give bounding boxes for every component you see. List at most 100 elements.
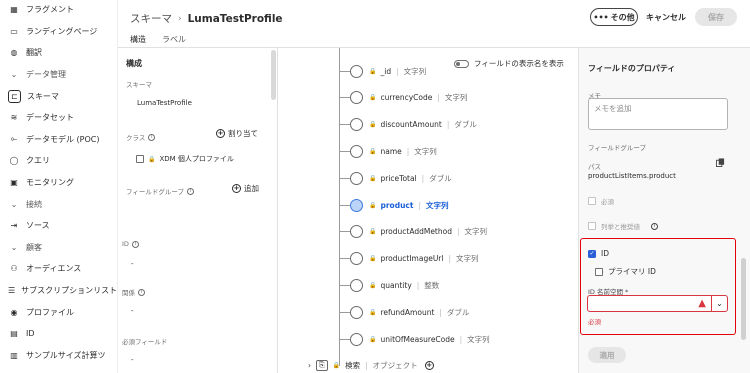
field-node-circle[interactable]	[350, 224, 363, 238]
breadcrumb-schemas-link[interactable]: スキーマ	[130, 11, 172, 26]
composition-scrollbar[interactable]	[271, 50, 276, 100]
fieldgroup-label-text: フィールドグループ	[126, 188, 184, 196]
identity-checkbox[interactable]: ✓	[588, 249, 596, 258]
field-node-circle[interactable]	[350, 117, 363, 131]
more-button[interactable]: ••• その他	[590, 8, 638, 26]
tree-field-row[interactable]: 🔒 product | 文字列	[328, 196, 448, 214]
source-icon: ⇥	[10, 221, 18, 231]
tree-field-row[interactable]: 🔒 currencyCode | 文字列	[328, 88, 467, 106]
info-icon[interactable]: i	[651, 222, 658, 230]
tree-row-search[interactable]: › ⎘ 🔒 検索 | オブジェクト +	[308, 360, 434, 371]
nav-item-2[interactable]: ◍ 翻訳	[0, 42, 117, 64]
enum-option[interactable]: 列挙と推奨値 i	[588, 221, 658, 231]
field-node-circle[interactable]	[350, 144, 363, 158]
properties-scrollbar[interactable]	[741, 258, 746, 340]
nav-item-7[interactable]: ◯ クエリ	[0, 150, 117, 172]
field-type: ダブル	[446, 307, 470, 317]
field-node-circle[interactable]	[350, 278, 363, 292]
nav-item-15[interactable]: ▤ ID	[0, 323, 117, 345]
field-node-circle[interactable]	[350, 171, 363, 185]
copy-icon[interactable]	[716, 158, 725, 167]
nav-item-5[interactable]: ≋ データセット	[0, 107, 117, 129]
tree-field-row[interactable]: 🔒 productAddMethod | 文字列	[328, 222, 487, 240]
nav-item-3[interactable]: ⌄ データ管理	[0, 64, 117, 86]
enum-checkbox[interactable]	[588, 222, 596, 230]
toggle-switch[interactable]	[454, 59, 469, 68]
field-node-circle[interactable]	[350, 64, 363, 78]
nav-item-9[interactable]: ⌄ 接続	[0, 193, 117, 215]
schema-name[interactable]: LumaTestProfile	[137, 99, 192, 107]
primary-identity-checkbox[interactable]	[595, 267, 603, 276]
add-fieldgroup-button[interactable]: + 追加	[232, 183, 259, 194]
plus-icon: +	[216, 129, 225, 138]
info-icon[interactable]: i	[186, 187, 194, 195]
tree-field-row[interactable]: 🔒 productImageUrl | 文字列	[328, 249, 479, 267]
tree-field-row[interactable]: 🔒 discountAmount | ダブル	[328, 115, 477, 133]
class-checkbox[interactable]	[136, 155, 144, 163]
tree-field-row[interactable]: 🔒 name | 文字列	[328, 142, 437, 160]
field-type: 文字列	[467, 334, 490, 344]
lock-icon: 🔒	[369, 201, 377, 209]
identity-option[interactable]: ✓ ID	[588, 249, 609, 258]
tree-field-row[interactable]: 🔒 priceTotal | ダブル	[328, 169, 452, 187]
nav-item-12[interactable]: ⚇ オーディエンス	[0, 258, 117, 280]
nav-item-6[interactable]: ⟜ データモデル (POC)	[0, 129, 117, 151]
field-node-circle[interactable]	[350, 251, 363, 265]
nav-item-1[interactable]: ▭ ランディングページ	[0, 21, 117, 43]
tree-field-row[interactable]: 🔒 quantity | 整数	[328, 276, 439, 294]
field-type: オブジェクト	[372, 361, 418, 370]
chevron-down-icon: ⌄	[10, 242, 18, 252]
nav-item-8[interactable]: ▣ モニタリング	[0, 172, 117, 194]
nav-item-13[interactable]: ☰ サブスクリプションリスト	[0, 280, 117, 302]
tree-field-row[interactable]: 🔒 _id | 文字列	[328, 62, 426, 80]
chevron-down-icon[interactable]: ⌄	[711, 296, 727, 311]
field-node-circle[interactable]	[350, 332, 363, 346]
field-node-circle[interactable]	[350, 90, 363, 104]
nav-item-14[interactable]: ◉ プロファイル	[0, 301, 117, 323]
class-item[interactable]: 🔒 XDM 個人プロファイル	[136, 154, 234, 164]
info-icon[interactable]: i	[148, 133, 156, 141]
field-node-circle[interactable]	[350, 198, 363, 212]
save-button[interactable]: 保存	[695, 8, 737, 26]
namespace-picker[interactable]: ▲ ⌄	[587, 295, 728, 312]
field-node-circle[interactable]	[350, 305, 363, 319]
nav-item-4[interactable]: ⊏ スキーマ	[0, 85, 117, 107]
cancel-button[interactable]: キャンセル	[646, 12, 686, 23]
relationship-label: 関係 i	[122, 287, 145, 297]
breadcrumb: スキーマ › LumaTestProfile	[130, 11, 283, 26]
more-button-label: その他	[610, 12, 635, 22]
tree-field-row[interactable]: 🔒 unitOfMeasureCode | 文字列	[328, 330, 490, 348]
nav-item-11[interactable]: ⌄ 顧客	[0, 237, 117, 259]
divider: |	[365, 361, 368, 370]
primary-identity-label: プライマリ ID	[608, 267, 656, 276]
namespace-field[interactable]: ▲	[588, 296, 711, 311]
required-option[interactable]: 必須	[588, 196, 614, 206]
path-value: productListItems.product	[588, 172, 676, 180]
add-field-icon[interactable]: +	[424, 361, 434, 370]
assign-class-button[interactable]: + 割り当て	[216, 128, 258, 139]
nav-item-label: モニタリング	[26, 178, 74, 188]
nav-item-16[interactable]: ▥ サンプルサイズ計算ツ	[0, 345, 117, 367]
fragment-icon: ▦	[10, 5, 18, 15]
tree-field-row[interactable]: 🔒 refundAmount | ダブル	[328, 303, 469, 321]
chevron-right-icon[interactable]: ›	[308, 361, 311, 370]
info-icon[interactable]: i	[131, 240, 139, 248]
nav-item-label: データ管理	[26, 70, 66, 80]
object-link-icon: ⎘	[316, 360, 328, 371]
path-label: パス	[588, 163, 601, 171]
identity-option-label: ID	[601, 249, 609, 258]
display-name-toggle[interactable]: フィールドの表示名を表示	[454, 58, 564, 69]
memo-textarea[interactable]: メモを追加	[588, 98, 728, 130]
nav-item-0[interactable]: ▦ フラグメント	[0, 0, 117, 21]
divider: |	[418, 200, 421, 210]
calculator-icon: ▥	[10, 350, 18, 360]
info-icon[interactable]: i	[138, 288, 145, 296]
nav-item-10[interactable]: ⇥ ソース	[0, 215, 117, 237]
schema-label: スキーマ	[126, 81, 152, 89]
primary-identity-option[interactable]: プライマリ ID	[595, 266, 656, 277]
field-name: 検索	[345, 361, 361, 370]
required-checkbox[interactable]	[588, 197, 596, 205]
lock-icon: 🔒	[369, 67, 377, 75]
identity-label: ID i	[122, 240, 139, 248]
apply-button[interactable]: 適用	[588, 347, 626, 363]
